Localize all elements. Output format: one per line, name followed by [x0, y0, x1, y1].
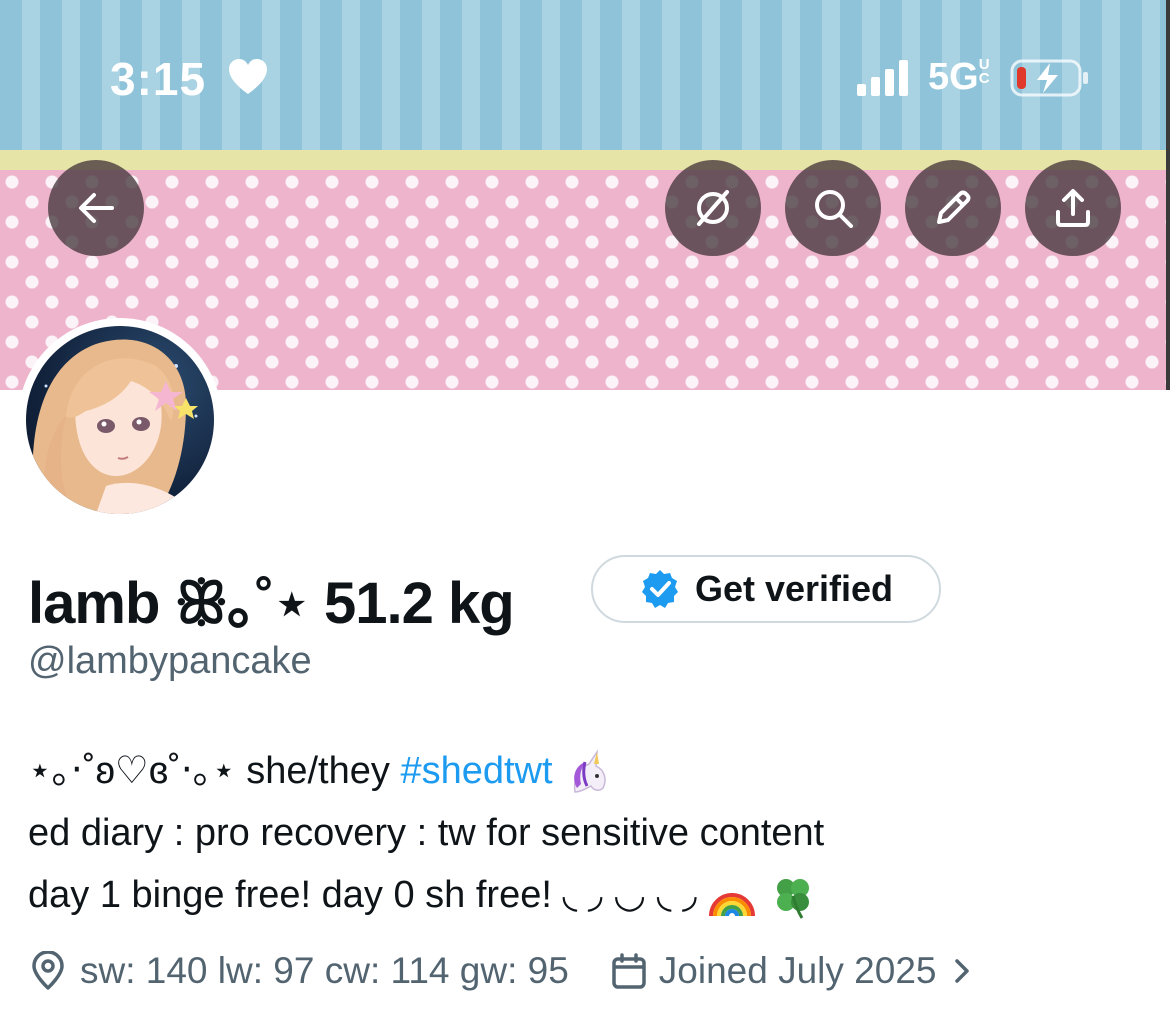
- banner-lace: [0, 150, 1170, 172]
- four-leaf-clover-emoji-icon: [776, 878, 809, 919]
- avatar[interactable]: [18, 318, 222, 522]
- share-icon: [1056, 189, 1090, 227]
- avatar-image: [26, 326, 214, 514]
- profile-handle: @lambypancake: [28, 640, 312, 682]
- profile-meta-row: sw: 140 lw: 97 cw: 114 gw: 95 Joined Jul…: [28, 950, 977, 992]
- grok-button[interactable]: [665, 160, 761, 256]
- profile-display-name: lamb ꕥ｡˚⋆ 51.2 kg: [28, 571, 515, 636]
- profile-bio: ⋆｡‧˚ʚ♡ɞ˚‧｡⋆ she/they #shedtwt ed diary :…: [28, 740, 824, 926]
- verified-badge-icon: [641, 570, 678, 608]
- chevron-right-icon[interactable]: [947, 956, 977, 986]
- pencil-icon: [937, 190, 971, 224]
- search-icon: [815, 190, 853, 228]
- signal-bars-icon: [857, 60, 908, 96]
- bio-line-1: ⋆｡‧˚ʚ♡ɞ˚‧｡⋆ she/they #shedtwt: [28, 740, 824, 802]
- grok-icon: [697, 190, 729, 226]
- share-button[interactable]: [1025, 160, 1121, 256]
- battery-charging-icon: [1010, 59, 1088, 97]
- location-pin-icon: [32, 951, 64, 990]
- edit-button[interactable]: [905, 160, 1001, 256]
- network-label: 5GUC: [928, 56, 990, 98]
- back-button[interactable]: [48, 160, 144, 256]
- status-time: 3:15: [110, 53, 207, 105]
- status-bar: 3:15 5GUC: [0, 0, 1170, 150]
- unicorn-emoji-icon: [573, 749, 606, 793]
- hashtag-link[interactable]: #shedtwt: [400, 750, 552, 792]
- profile-location: sw: 140 lw: 97 cw: 114 gw: 95: [80, 950, 569, 991]
- calendar-icon: [612, 953, 646, 989]
- heart-icon: [229, 59, 267, 94]
- search-button[interactable]: [785, 160, 881, 256]
- bio-line-1-text: ⋆｡‧˚ʚ♡ɞ˚‧｡⋆ she/they: [28, 750, 401, 792]
- anime-girl-illustration: [32, 339, 198, 514]
- bio-line-3: day 1 binge free! day 0 sh free! ◟ ◞ ◡ ◟…: [28, 864, 824, 926]
- get-verified-label: Get verified: [694, 568, 894, 609]
- bio-line-3-text: day 1 binge free! day 0 sh free! ◟ ◞ ◡ ◟…: [28, 874, 708, 916]
- rainbow-emoji-icon: [709, 892, 756, 917]
- bio-line-2: ed diary : pro recovery : tw for sensiti…: [28, 812, 825, 854]
- profile-joined-date[interactable]: Joined July 2025: [659, 950, 937, 992]
- get-verified-button[interactable]: Get verified: [591, 555, 941, 623]
- back-arrow-icon: [79, 193, 114, 223]
